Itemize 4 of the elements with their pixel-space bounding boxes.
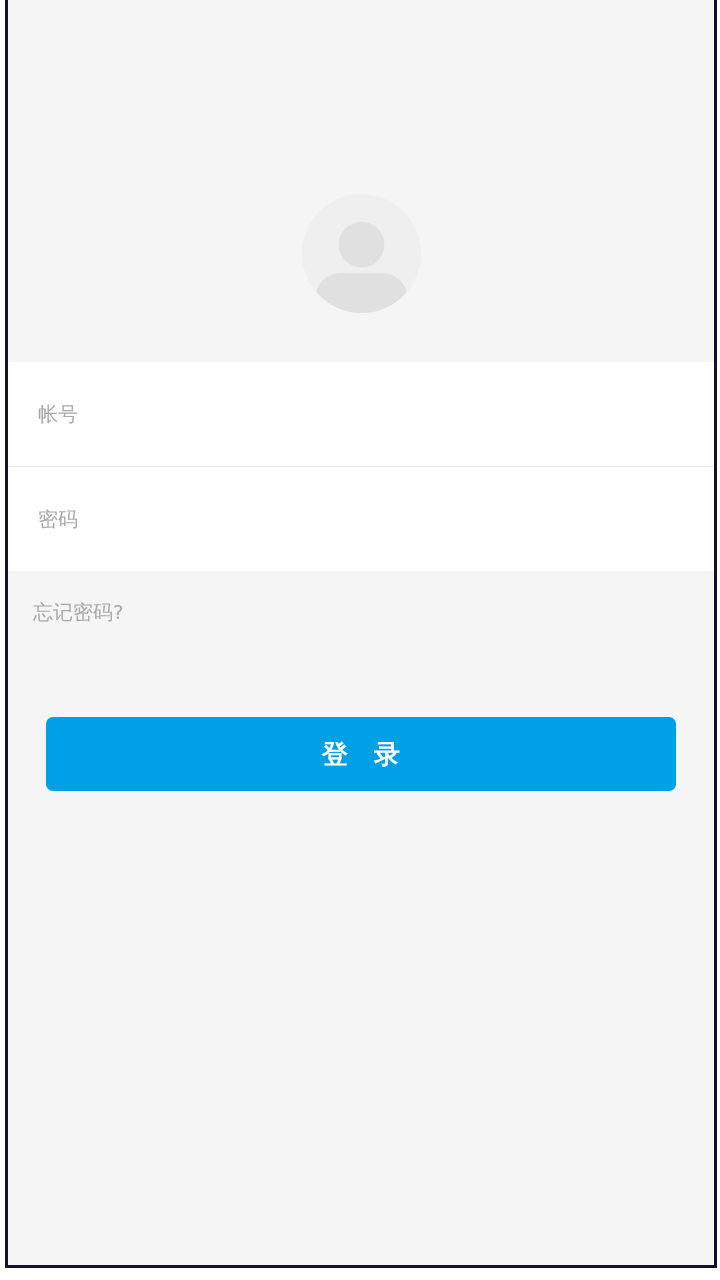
input-field[interactable]: 帐号 [8, 362, 714, 466]
forgot-password-link[interactable]: 忘记密码? [33, 599, 124, 625]
login-button[interactable]: 登 录 [46, 717, 676, 791]
input-field[interactable]: 密码 [8, 467, 714, 571]
